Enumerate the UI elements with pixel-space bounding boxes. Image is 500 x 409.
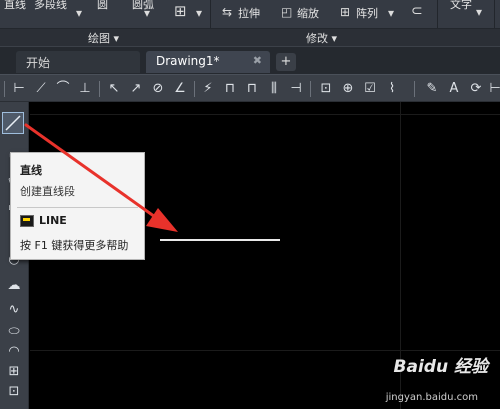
toolbar-separator bbox=[194, 81, 195, 97]
baseline-dimension-icon[interactable]: ⊓ bbox=[222, 81, 238, 97]
linear-dimension-icon[interactable]: ⊢ bbox=[11, 81, 27, 97]
edit-dimension-icon[interactable]: ✎ bbox=[424, 81, 440, 97]
make-block-icon[interactable]: ⊡ bbox=[4, 382, 24, 402]
quick-dimension-icon[interactable]: ⚡ bbox=[200, 81, 216, 97]
panel-title-draw[interactable]: 绘图 ▾ bbox=[88, 30, 119, 46]
edit-dimension-text-icon[interactable]: A bbox=[446, 81, 462, 97]
tab-drawing1[interactable]: Drawing1* ✖ bbox=[146, 51, 270, 73]
tab-start[interactable]: 开始 bbox=[16, 51, 140, 73]
offset-icon[interactable]: ⊂ bbox=[411, 4, 423, 18]
dimension-update-icon[interactable]: ⟳ bbox=[468, 81, 484, 97]
diameter-dimension-icon[interactable]: ⊘ bbox=[150, 81, 166, 97]
insert-block-icon[interactable]: ⊞ bbox=[4, 362, 24, 382]
continue-dimension-icon[interactable]: ⊓ bbox=[244, 81, 260, 97]
line-icon bbox=[5, 115, 21, 131]
toolbar-grip bbox=[4, 81, 5, 97]
chevron-down-icon[interactable]: ▾ bbox=[196, 7, 202, 19]
jogged-linear-icon[interactable]: ⌇ bbox=[384, 81, 400, 97]
ribbon-array[interactable]: 阵列 bbox=[356, 5, 378, 21]
chevron-down-icon[interactable]: ▾ bbox=[476, 6, 482, 18]
drawn-line-segment[interactable] bbox=[160, 239, 280, 241]
scale-icon[interactable]: ◰ bbox=[281, 6, 292, 18]
break-dimension-icon[interactable]: ⊣ bbox=[288, 81, 304, 97]
arc-length-icon[interactable]: ⌒ bbox=[55, 81, 71, 97]
ribbon: 直线 多段线 圆 圆弧 ▾ ▾ ⊞ ▾ ⇆ 拉伸 ◰ 缩放 ⊞ 阵列 ▾ ⊂ 文… bbox=[0, 0, 500, 46]
chevron-down-icon[interactable]: ▾ bbox=[76, 7, 82, 19]
watermark-logo: Baidu 经验 bbox=[393, 357, 488, 377]
tab-drawing-label: Drawing1* bbox=[156, 54, 220, 68]
inspection-icon[interactable]: ☑ bbox=[362, 81, 378, 97]
ribbon-text[interactable]: 文字 bbox=[450, 0, 472, 12]
toolbar-separator bbox=[99, 81, 100, 97]
ellipse-arc-icon[interactable]: ◠ bbox=[4, 342, 24, 362]
ribbon-polyline[interactable]: 多段线 bbox=[34, 0, 67, 12]
tooltip-divider bbox=[17, 207, 138, 208]
chevron-down-icon[interactable]: ▾ bbox=[144, 7, 150, 19]
ribbon-circle[interactable]: 圆 bbox=[97, 0, 108, 12]
tooltip-description: 创建直线段 bbox=[20, 185, 75, 198]
tolerance-icon[interactable]: ⊡ bbox=[318, 81, 334, 97]
toolbar-separator bbox=[414, 81, 415, 97]
center-mark-icon[interactable]: ⊕ bbox=[340, 81, 356, 97]
angular-dimension-icon[interactable]: ∠ bbox=[172, 81, 188, 97]
jogged-dimension-icon[interactable]: ↗ bbox=[128, 81, 144, 97]
toolbar-separator bbox=[310, 81, 311, 97]
watermark-url: jingyan.baidu.com bbox=[385, 392, 478, 403]
file-tab-bar: 开始 Drawing1* ✖ + bbox=[0, 46, 500, 74]
space-dimension-icon[interactable]: ⫼ bbox=[266, 81, 282, 97]
close-icon[interactable]: ✖ bbox=[253, 54, 262, 67]
ribbon-line[interactable]: 直线 bbox=[4, 0, 26, 12]
spline-icon[interactable]: ∿ bbox=[4, 300, 24, 320]
tooltip-help: 按 F1 键获得更多帮助 bbox=[20, 239, 129, 252]
ribbon-stretch[interactable]: 拉伸 bbox=[238, 5, 260, 21]
grid-line bbox=[30, 114, 500, 115]
aligned-dimension-icon[interactable]: ⟋ bbox=[33, 81, 49, 97]
ordinate-dimension-icon[interactable]: ⊥ bbox=[77, 81, 93, 97]
line-button[interactable] bbox=[2, 112, 24, 134]
radius-dimension-icon[interactable]: ↖ bbox=[106, 81, 122, 97]
array-icon[interactable]: ⊞ bbox=[340, 6, 350, 18]
stretch-icon[interactable]: ⇆ bbox=[222, 6, 232, 18]
ribbon-panel-bar bbox=[0, 28, 500, 46]
dimension-toolbar: ⊢ ⟋ ⌒ ⊥ ↖ ↗ ⊘ ∠ ⚡ ⊓ ⊓ ⫼ ⊣ ⊡ ⊕ ☑ ⌇ ✎ A ⟳ … bbox=[0, 74, 500, 102]
grid-line bbox=[30, 350, 500, 351]
revision-cloud-icon[interactable]: ☁ bbox=[4, 276, 24, 296]
ribbon-scale[interactable]: 缩放 bbox=[297, 5, 319, 21]
command-line-icon bbox=[20, 215, 34, 227]
line-tooltip: 直线 创建直线段 LINE 按 F1 键获得更多帮助 bbox=[10, 152, 145, 260]
tooltip-title: 直线 bbox=[20, 164, 42, 177]
tab-start-label: 开始 bbox=[26, 56, 51, 70]
chevron-down-icon[interactable]: ▾ bbox=[388, 7, 394, 19]
ribbon-arc[interactable]: 圆弧 bbox=[132, 0, 154, 12]
hatch-icon[interactable]: ⊞ bbox=[174, 4, 187, 19]
add-tab-button[interactable]: + bbox=[276, 53, 296, 71]
dimension-style-icon[interactable]: ⊢ bbox=[487, 81, 500, 97]
tooltip-command: LINE bbox=[39, 214, 67, 227]
ellipse-icon[interactable]: ⬭ bbox=[4, 322, 24, 342]
panel-title-modify[interactable]: 修改 ▾ bbox=[306, 30, 337, 46]
